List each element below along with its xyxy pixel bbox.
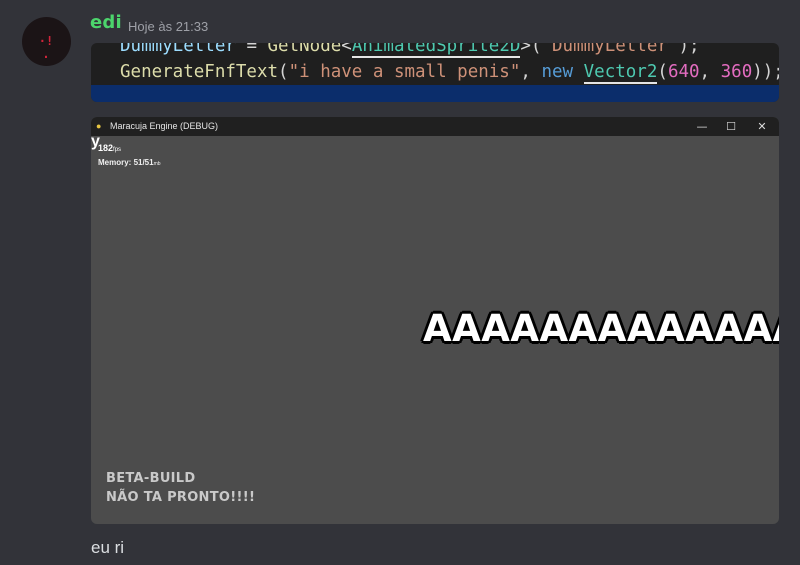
code-token: >(: [520, 43, 542, 56]
code-token: "DummyLetter": [541, 43, 679, 56]
avatar-face-icon: ·!·: [38, 34, 54, 64]
message-text: eu ri: [91, 538, 125, 557]
code-token: new: [541, 62, 574, 82]
user-avatar[interactable]: ·!·: [22, 17, 71, 66]
message-timestamp: Hoje às 21:33: [128, 19, 209, 34]
code-token: =: [235, 43, 268, 56]
code-token: Vector2: [583, 62, 658, 84]
code-image-bottom-band: [91, 85, 779, 102]
code-token: ,: [520, 62, 542, 82]
code-token: (: [278, 62, 289, 82]
code-token: GetNode: [267, 43, 342, 56]
code-screenshot-attachment[interactable]: DummyLetter = GetNode<AnimatedSprite2D>(…: [91, 43, 779, 102]
code-token: GenerateFnfText: [120, 62, 279, 82]
maximize-icon: ☐: [726, 120, 736, 133]
window-title: Maracuja Engine (DEBUG): [110, 121, 219, 131]
beta-build-label: BETA-BUILD: [106, 471, 196, 486]
code-token: <: [341, 43, 352, 56]
close-icon: ✕: [757, 120, 767, 133]
window-titlebar: ● Maracuja Engine (DEBUG) — ☐ ✕: [91, 117, 779, 136]
code-token: 640: [667, 62, 700, 82]
maracuja-icon: ●: [96, 121, 102, 131]
memory-label: Memory: 51/51: [98, 158, 154, 167]
code-token: 360: [720, 62, 753, 82]
code-token: (: [657, 62, 668, 82]
fnf-big-text: AAAAAAAAAAAAAA: [423, 307, 779, 350]
code-line-2: GenerateFnfText("i have a small penis", …: [120, 62, 779, 84]
code-token: AnimatedSprite2D: [351, 43, 521, 58]
game-window-attachment[interactable]: ● Maracuja Engine (DEBUG) — ☐ ✕ y 182fps…: [91, 117, 779, 524]
code-token: ));: [752, 62, 779, 82]
code-line-1: DummyLetter = GetNode<AnimatedSprite2D>(…: [120, 43, 700, 58]
fps-unit: fps: [113, 147, 122, 153]
memory-counter: Memory: 51/51mb: [98, 158, 161, 167]
minimize-icon: —: [696, 120, 708, 133]
username[interactable]: edi: [90, 12, 122, 33]
fps-value: 182: [98, 143, 114, 153]
not-ready-label: NÃO TA PRONTO!!!!: [106, 490, 256, 505]
code-token: );: [678, 43, 700, 56]
code-token: ,: [699, 62, 721, 82]
code-token: DummyLetter: [120, 43, 236, 56]
fps-counter: 182fps: [98, 143, 121, 153]
memory-unit: mb: [153, 161, 161, 167]
code-token: "i have a small penis": [288, 62, 521, 82]
